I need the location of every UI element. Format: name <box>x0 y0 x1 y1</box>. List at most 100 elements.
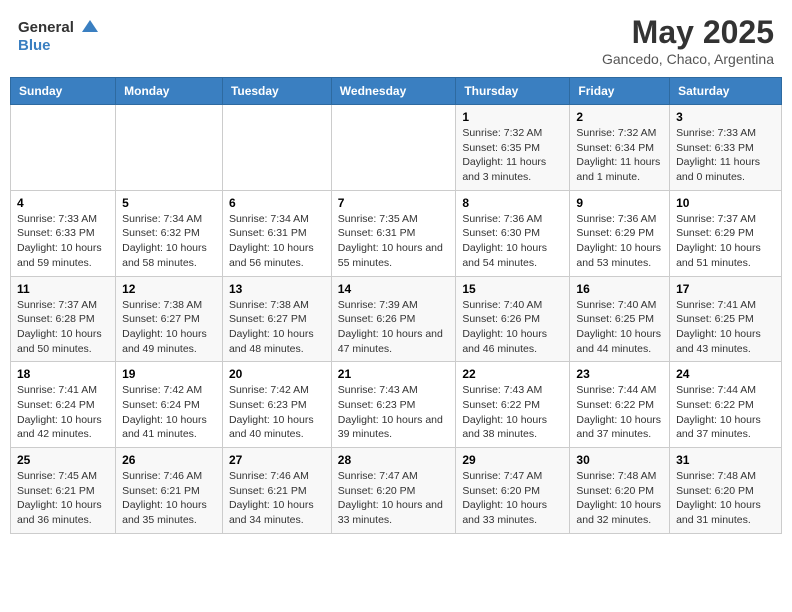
logo: General Blue <box>18 14 98 54</box>
day-info: Sunrise: 7:48 AM Sunset: 6:20 PM Dayligh… <box>676 469 775 528</box>
header-monday: Monday <box>116 78 223 105</box>
table-row <box>11 105 116 191</box>
day-number: 25 <box>17 453 109 467</box>
day-info: Sunrise: 7:32 AM Sunset: 6:34 PM Dayligh… <box>576 126 663 185</box>
day-number: 29 <box>462 453 563 467</box>
day-info: Sunrise: 7:46 AM Sunset: 6:21 PM Dayligh… <box>122 469 216 528</box>
table-row: 23 Sunrise: 7:44 AM Sunset: 6:22 PM Dayli… <box>570 362 670 448</box>
day-info: Sunrise: 7:38 AM Sunset: 6:27 PM Dayligh… <box>122 298 216 357</box>
calendar-week-row: 25 Sunrise: 7:45 AM Sunset: 6:21 PM Dayli… <box>11 448 782 534</box>
table-row <box>331 105 456 191</box>
table-row: 24 Sunrise: 7:44 AM Sunset: 6:22 PM Dayli… <box>670 362 782 448</box>
day-info: Sunrise: 7:34 AM Sunset: 6:31 PM Dayligh… <box>229 212 325 271</box>
day-number: 5 <box>122 196 216 210</box>
table-row: 30 Sunrise: 7:48 AM Sunset: 6:20 PM Dayli… <box>570 448 670 534</box>
day-number: 15 <box>462 282 563 296</box>
table-row: 28Sunrise: 7:47 AM Sunset: 6:20 PM Dayli… <box>331 448 456 534</box>
table-row: 14Sunrise: 7:39 AM Sunset: 6:26 PM Dayli… <box>331 276 456 362</box>
calendar-title: May 2025 <box>602 14 774 51</box>
calendar-table: Sunday Monday Tuesday Wednesday Thursday… <box>10 77 782 534</box>
day-info: Sunrise: 7:48 AM Sunset: 6:20 PM Dayligh… <box>576 469 663 528</box>
day-info: Sunrise: 7:47 AM Sunset: 6:20 PM Dayligh… <box>338 469 450 528</box>
day-number: 16 <box>576 282 663 296</box>
table-row: 20 Sunrise: 7:42 AM Sunset: 6:23 PM Dayli… <box>222 362 331 448</box>
day-number: 3 <box>676 110 775 124</box>
day-number: 21 <box>338 367 450 381</box>
day-info: Sunrise: 7:32 AM Sunset: 6:35 PM Dayligh… <box>462 126 563 185</box>
day-info: Sunrise: 7:33 AM Sunset: 6:33 PM Dayligh… <box>676 126 775 185</box>
day-number: 6 <box>229 196 325 210</box>
day-info: Sunrise: 7:40 AM Sunset: 6:26 PM Dayligh… <box>462 298 563 357</box>
table-row: 13Sunrise: 7:38 AM Sunset: 6:27 PM Dayli… <box>222 276 331 362</box>
day-info: Sunrise: 7:41 AM Sunset: 6:24 PM Dayligh… <box>17 383 109 442</box>
table-row: 6 Sunrise: 7:34 AM Sunset: 6:31 PM Daylig… <box>222 190 331 276</box>
table-row: 2Sunrise: 7:32 AM Sunset: 6:34 PM Daylig… <box>570 105 670 191</box>
day-info: Sunrise: 7:43 AM Sunset: 6:22 PM Dayligh… <box>462 383 563 442</box>
day-number: 8 <box>462 196 563 210</box>
table-row: 25 Sunrise: 7:45 AM Sunset: 6:21 PM Dayli… <box>11 448 116 534</box>
day-info: Sunrise: 7:36 AM Sunset: 6:30 PM Dayligh… <box>462 212 563 271</box>
day-number: 31 <box>676 453 775 467</box>
day-number: 27 <box>229 453 325 467</box>
day-number: 17 <box>676 282 775 296</box>
day-number: 20 <box>229 367 325 381</box>
day-info: Sunrise: 7:38 AM Sunset: 6:27 PM Dayligh… <box>229 298 325 357</box>
table-row <box>222 105 331 191</box>
day-number: 12 <box>122 282 216 296</box>
day-info: Sunrise: 7:36 AM Sunset: 6:29 PM Dayligh… <box>576 212 663 271</box>
header-sunday: Sunday <box>11 78 116 105</box>
svg-text:Blue: Blue <box>18 37 51 54</box>
day-info: Sunrise: 7:37 AM Sunset: 6:29 PM Dayligh… <box>676 212 775 271</box>
table-row: 10 Sunrise: 7:37 AM Sunset: 6:29 PM Dayli… <box>670 190 782 276</box>
table-row: 26 Sunrise: 7:46 AM Sunset: 6:21 PM Dayli… <box>116 448 223 534</box>
day-number: 10 <box>676 196 775 210</box>
day-number: 18 <box>17 367 109 381</box>
days-header-row: Sunday Monday Tuesday Wednesday Thursday… <box>11 78 782 105</box>
table-row: 7Sunrise: 7:35 AM Sunset: 6:31 PM Daylig… <box>331 190 456 276</box>
day-number: 4 <box>17 196 109 210</box>
calendar-week-row: 11 Sunrise: 7:37 AM Sunset: 6:28 PM Dayli… <box>11 276 782 362</box>
day-number: 24 <box>676 367 775 381</box>
day-info: Sunrise: 7:43 AM Sunset: 6:23 PM Dayligh… <box>338 383 450 442</box>
day-number: 11 <box>17 282 109 296</box>
calendar-week-row: 18 Sunrise: 7:41 AM Sunset: 6:24 PM Dayli… <box>11 362 782 448</box>
table-row: 9Sunrise: 7:36 AM Sunset: 6:29 PM Daylig… <box>570 190 670 276</box>
table-row: 27Sunrise: 7:46 AM Sunset: 6:21 PM Dayli… <box>222 448 331 534</box>
table-row: 1 Sunrise: 7:32 AM Sunset: 6:35 PM Daylig… <box>456 105 570 191</box>
day-number: 23 <box>576 367 663 381</box>
day-info: Sunrise: 7:44 AM Sunset: 6:22 PM Dayligh… <box>576 383 663 442</box>
day-info: Sunrise: 7:44 AM Sunset: 6:22 PM Dayligh… <box>676 383 775 442</box>
table-row: 22Sunrise: 7:43 AM Sunset: 6:22 PM Dayli… <box>456 362 570 448</box>
table-row: 21 Sunrise: 7:43 AM Sunset: 6:23 PM Dayli… <box>331 362 456 448</box>
table-row: 31 Sunrise: 7:48 AM Sunset: 6:20 PM Dayli… <box>670 448 782 534</box>
table-row: 11 Sunrise: 7:37 AM Sunset: 6:28 PM Dayli… <box>11 276 116 362</box>
table-row: 29 Sunrise: 7:47 AM Sunset: 6:20 PM Dayli… <box>456 448 570 534</box>
day-info: Sunrise: 7:41 AM Sunset: 6:25 PM Dayligh… <box>676 298 775 357</box>
day-number: 26 <box>122 453 216 467</box>
header-area: General Blue May 2025 Gancedo, Chaco, Ar… <box>10 10 782 71</box>
title-area: May 2025 Gancedo, Chaco, Argentina <box>602 14 774 67</box>
table-row: 5 Sunrise: 7:34 AM Sunset: 6:32 PM Daylig… <box>116 190 223 276</box>
table-row: 8 Sunrise: 7:36 AM Sunset: 6:30 PM Daylig… <box>456 190 570 276</box>
day-info: Sunrise: 7:42 AM Sunset: 6:23 PM Dayligh… <box>229 383 325 442</box>
table-row: 19Sunrise: 7:42 AM Sunset: 6:24 PM Dayli… <box>116 362 223 448</box>
header-thursday: Thursday <box>456 78 570 105</box>
table-row: 3 Sunrise: 7:33 AM Sunset: 6:33 PM Daylig… <box>670 105 782 191</box>
day-info: Sunrise: 7:45 AM Sunset: 6:21 PM Dayligh… <box>17 469 109 528</box>
day-number: 14 <box>338 282 450 296</box>
day-number: 30 <box>576 453 663 467</box>
svg-text:General: General <box>18 19 74 36</box>
table-row: 17 Sunrise: 7:41 AM Sunset: 6:25 PM Dayli… <box>670 276 782 362</box>
table-row: 12 Sunrise: 7:38 AM Sunset: 6:27 PM Dayli… <box>116 276 223 362</box>
day-info: Sunrise: 7:37 AM Sunset: 6:28 PM Dayligh… <box>17 298 109 357</box>
header-tuesday: Tuesday <box>222 78 331 105</box>
calendar-week-row: 4 Sunrise: 7:33 AM Sunset: 6:33 PM Daylig… <box>11 190 782 276</box>
day-info: Sunrise: 7:34 AM Sunset: 6:32 PM Dayligh… <box>122 212 216 271</box>
calendar-week-row: 1 Sunrise: 7:32 AM Sunset: 6:35 PM Daylig… <box>11 105 782 191</box>
day-info: Sunrise: 7:42 AM Sunset: 6:24 PM Dayligh… <box>122 383 216 442</box>
day-number: 1 <box>462 110 563 124</box>
day-info: Sunrise: 7:33 AM Sunset: 6:33 PM Dayligh… <box>17 212 109 271</box>
table-row: 16Sunrise: 7:40 AM Sunset: 6:25 PM Dayli… <box>570 276 670 362</box>
day-info: Sunrise: 7:47 AM Sunset: 6:20 PM Dayligh… <box>462 469 563 528</box>
header-friday: Friday <box>570 78 670 105</box>
